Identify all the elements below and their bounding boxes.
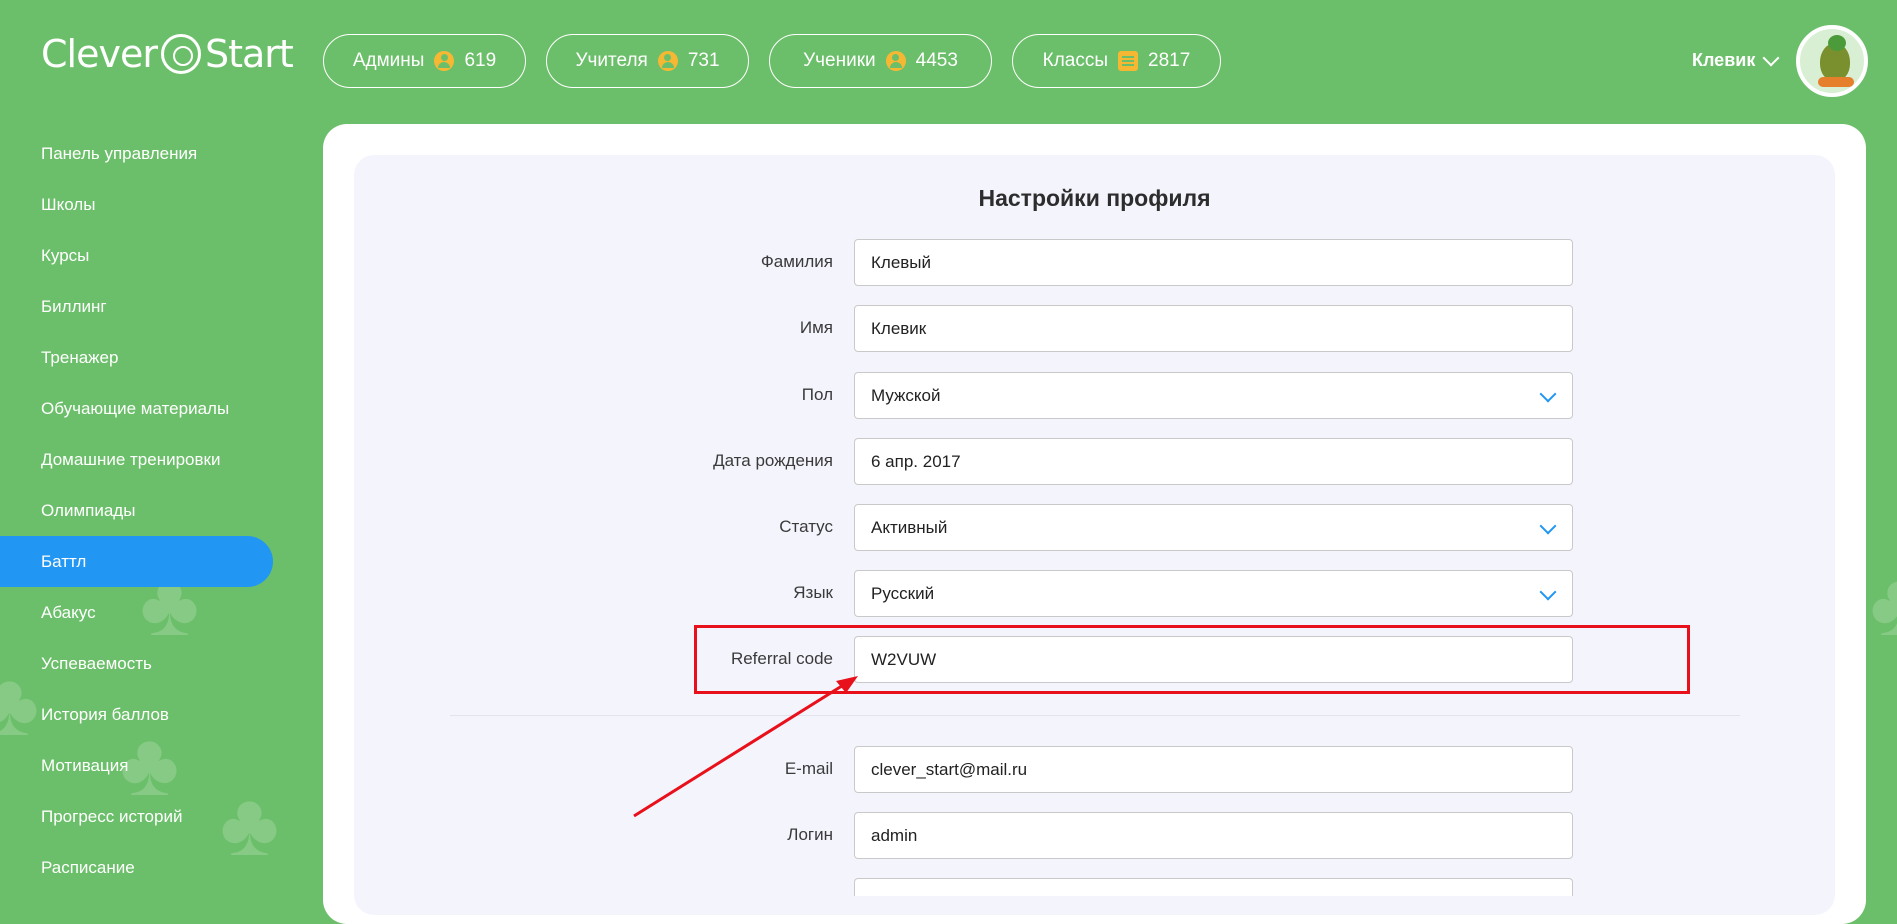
annotation-arrow bbox=[633, 676, 858, 818]
